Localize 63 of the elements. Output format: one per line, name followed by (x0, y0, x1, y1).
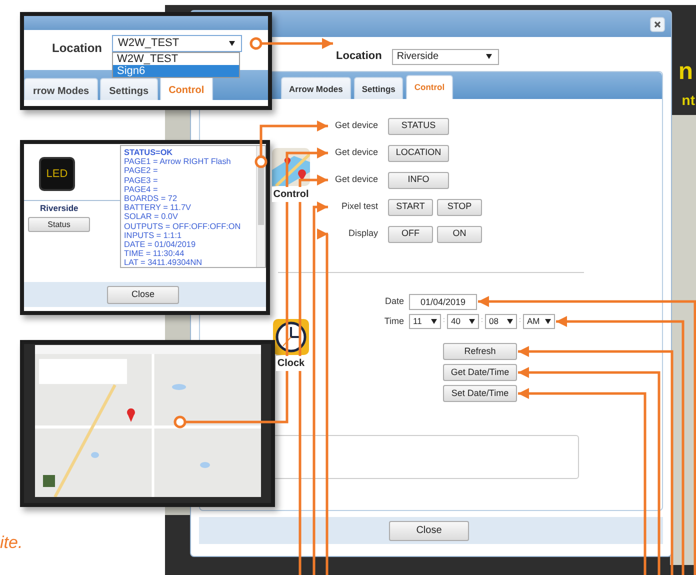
location-select[interactable]: Riverside (392, 48, 499, 64)
time-select[interactable]: 11 (409, 314, 441, 329)
close-button[interactable]: Close (107, 286, 179, 304)
time-select[interactable]: 08 (485, 314, 517, 329)
command-button[interactable]: STATUS (388, 118, 449, 134)
device-name: Riverside (40, 202, 78, 215)
date-label: Date (384, 294, 404, 308)
caret-icon (507, 319, 513, 324)
action-button[interactable]: Set Date/Time (443, 385, 517, 402)
output-line: INPUTS = 1:1:1 (124, 230, 183, 240)
command-label: Get device (334, 119, 378, 132)
sign-icon: LED (39, 157, 75, 191)
command-label: Display (347, 227, 378, 240)
command-button[interactable]: INFO (388, 172, 449, 188)
output-line: SOLAR = 0.0V (124, 212, 179, 222)
caret-icon (545, 319, 551, 324)
dropdown-option[interactable]: Sign6 (113, 65, 239, 77)
command-button[interactable]: START (388, 198, 433, 216)
location-label: Location (336, 49, 382, 64)
close-button[interactable]: Close (389, 520, 469, 540)
output-line: STATUS=OK (124, 148, 174, 158)
action-button[interactable]: Refresh (443, 343, 517, 360)
caret-icon (431, 319, 437, 324)
dropdown-option[interactable]: W2W_TEST (113, 53, 239, 65)
icon-label: Clock (276, 356, 306, 371)
close-button[interactable] (650, 16, 665, 32)
tab[interactable]: Arrow Modes (281, 77, 351, 99)
output-line: PAGE1 = Arrow RIGHT Flash (124, 157, 232, 166)
close-icon (654, 20, 661, 28)
output-line: LAT = 3411.49304NN (124, 258, 204, 267)
heading-text: nt (682, 93, 695, 107)
caret-icon (469, 319, 475, 324)
command-label: Pixel test (340, 200, 378, 214)
status-button[interactable]: Status (28, 217, 90, 232)
command-button[interactable]: STOP (437, 198, 482, 216)
caret-icon (486, 54, 492, 59)
action-button[interactable]: Get Date/Time (443, 364, 517, 381)
tab[interactable]: Settings (354, 77, 404, 99)
location-select[interactable]: W2W_TEST (112, 35, 242, 52)
command-label: Get device (334, 173, 378, 186)
command-label: Get device (334, 146, 378, 160)
caption-text: ite. (0, 532, 23, 554)
output-line: PAGE4 = (124, 184, 159, 194)
heading-text: n (678, 60, 693, 84)
command-button[interactable]: OFF (388, 226, 433, 242)
command-button[interactable]: ON (437, 226, 482, 242)
caret-icon (229, 41, 235, 46)
time-select[interactable]: AM (523, 314, 555, 329)
time-select[interactable]: 40 (447, 314, 479, 329)
tab[interactable]: rrow Modes (24, 78, 98, 100)
output-line: DATE = 01/04/2019 (124, 240, 197, 250)
output-line: PAGE3 = (124, 176, 159, 185)
date-field[interactable]: 01/04/2019 (409, 294, 477, 310)
output-line: TIME = 11:30:44 (124, 249, 186, 258)
output-line: BATTERY = 11.7V (124, 203, 192, 212)
output-line: BOARDS = 72 (124, 194, 178, 204)
output-line: PAGE2 = (124, 166, 159, 176)
time-label: Time (383, 314, 404, 328)
command-button[interactable]: LOCATION (388, 144, 449, 162)
tab[interactable]: Settings (100, 78, 158, 100)
output-line: OUTPUTS = OFF:OFF:OFF:ON (124, 222, 242, 231)
location-label: Location (52, 40, 102, 57)
icon-label: Control (272, 187, 310, 202)
